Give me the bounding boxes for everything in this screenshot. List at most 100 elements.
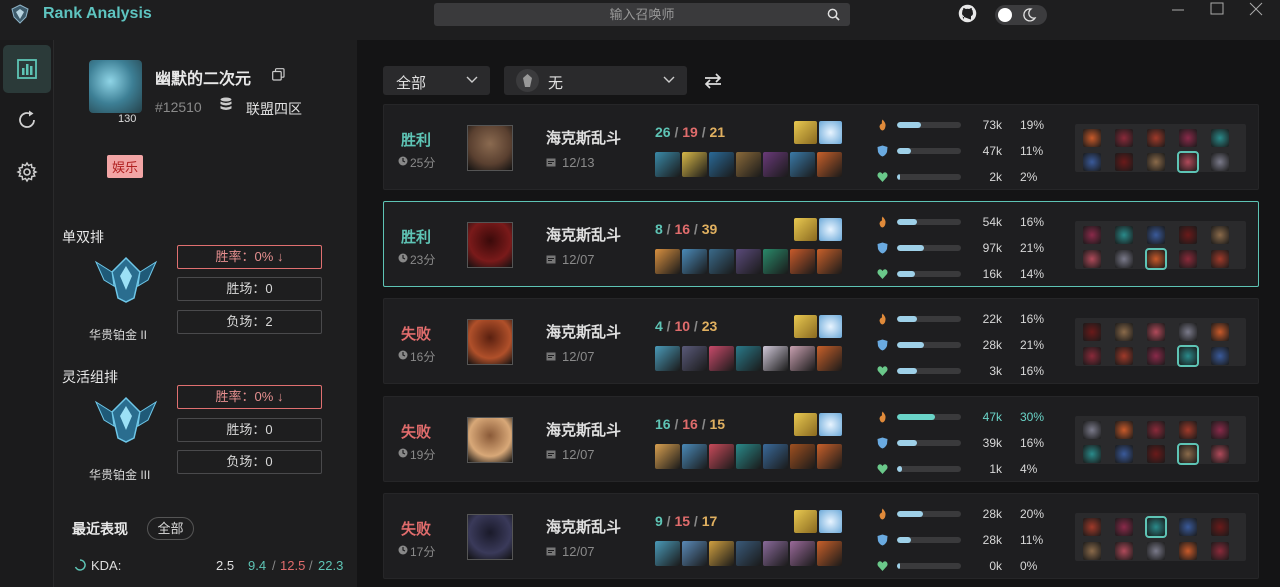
nav-item-settings[interactable] <box>3 148 51 196</box>
player-champion-icon[interactable] <box>1211 445 1229 463</box>
player-champion-icon[interactable] <box>1083 153 1101 171</box>
player-champion-icon[interactable] <box>1211 153 1229 171</box>
player-champion-icon[interactable] <box>1083 518 1101 536</box>
player-champion-icon[interactable] <box>1083 445 1101 463</box>
player-champion-icon[interactable] <box>1083 347 1101 365</box>
nav-item-stats[interactable] <box>3 45 51 93</box>
nav-item-refresh[interactable] <box>3 96 51 144</box>
calendar-icon <box>546 158 556 167</box>
heart-icon <box>877 269 888 279</box>
player-champion-icon[interactable] <box>1211 129 1229 147</box>
stat-value: 97k <box>982 241 1002 255</box>
player-champion-icon[interactable] <box>1115 421 1133 439</box>
player-champion-icon[interactable] <box>1147 542 1165 560</box>
match-card[interactable]: 失败 16分 海克斯乱斗 12/07 4 / 10 / 23 22k 16% 2… <box>383 298 1259 384</box>
github-icon[interactable] <box>957 3 978 24</box>
player-champion-icon[interactable] <box>1147 129 1165 147</box>
player-champion-icon[interactable] <box>1211 421 1229 439</box>
player-champion-icon[interactable] <box>1211 323 1229 341</box>
game-mode: 海克斯乱斗 <box>546 324 622 341</box>
stat-value: 0k <box>989 559 1002 573</box>
close-button[interactable] <box>1238 0 1274 26</box>
player-champion-icon[interactable] <box>1147 323 1165 341</box>
kda-kills: 9.4 <box>248 558 267 573</box>
game-mode: 海克斯乱斗 <box>546 130 622 147</box>
match-card[interactable]: 失败 19分 海克斯乱斗 12/07 16 / 16 / 15 47k 30% … <box>383 396 1259 482</box>
kda-assists: 22.3 <box>318 558 344 573</box>
player-champion-icon[interactable] <box>1115 250 1133 268</box>
player-champion-icon[interactable] <box>1211 226 1229 244</box>
champion-portrait[interactable] <box>467 125 513 171</box>
player-champion-icon[interactable] <box>1115 129 1133 147</box>
player-champion-icon[interactable] <box>1147 421 1165 439</box>
player-champion-icon[interactable] <box>1115 542 1133 560</box>
player-champion-icon[interactable] <box>1083 129 1101 147</box>
player-champion-icon[interactable] <box>1179 226 1197 244</box>
player-champion-icon[interactable] <box>1179 323 1197 341</box>
item-icon <box>736 444 761 469</box>
player-champion-icon[interactable] <box>1179 250 1197 268</box>
match-kda: 4 / 10 / 23 <box>655 318 718 334</box>
search-input[interactable] <box>434 3 850 26</box>
losses-solo: 负场：2 <box>177 310 322 334</box>
swap-icon[interactable] <box>702 71 724 91</box>
stat-value: 3k <box>989 364 1002 378</box>
player-champion-icon[interactable] <box>1147 226 1165 244</box>
calendar-icon <box>546 255 556 264</box>
player-champion-icon[interactable] <box>1211 518 1229 536</box>
item-icon <box>817 249 842 274</box>
item-icon <box>763 541 788 566</box>
player-champion-icon[interactable] <box>1115 445 1133 463</box>
player-champion-icon[interactable] <box>1147 347 1165 365</box>
match-card[interactable]: 失败 17分 海克斯乱斗 12/07 9 / 15 / 17 28k 20% 2… <box>383 493 1259 579</box>
player-champion-icon[interactable] <box>1115 226 1133 244</box>
avatar <box>89 60 142 113</box>
player-champion-icon[interactable] <box>1115 347 1133 365</box>
stat-bar-fill <box>897 466 903 472</box>
player-champion-icon[interactable] <box>1083 421 1101 439</box>
player-champion-icon-self[interactable] <box>1177 151 1199 173</box>
player-champion-icon[interactable] <box>1179 542 1197 560</box>
player-champion-icon[interactable] <box>1147 445 1165 463</box>
match-card[interactable]: 胜利 25分 海克斯乱斗 12/13 26 / 19 / 21 73k 19% … <box>383 104 1259 190</box>
player-champion-icon[interactable] <box>1179 518 1197 536</box>
player-champion-icon[interactable] <box>1179 421 1197 439</box>
player-champion-icon[interactable] <box>1211 347 1229 365</box>
player-champion-icon[interactable] <box>1179 129 1197 147</box>
item-icon <box>682 541 707 566</box>
item-icon <box>655 541 680 566</box>
champion-portrait[interactable] <box>467 222 513 268</box>
player-champion-icon[interactable] <box>1211 542 1229 560</box>
player-champion-icon-self[interactable] <box>1177 345 1199 367</box>
player-champion-icon[interactable] <box>1115 518 1133 536</box>
champion-filter-select[interactable]: 无 <box>504 66 687 95</box>
player-champion-icon[interactable] <box>1115 153 1133 171</box>
player-champion-icon[interactable] <box>1083 323 1101 341</box>
player-champion-icon[interactable] <box>1083 542 1101 560</box>
search-icon[interactable] <box>827 8 840 21</box>
player-champion-icon-self[interactable] <box>1177 443 1199 465</box>
champion-portrait[interactable] <box>467 417 513 463</box>
champion-portrait[interactable] <box>467 319 513 365</box>
player-champion-icon-self[interactable] <box>1145 248 1167 270</box>
player-champion-icon[interactable] <box>1083 226 1101 244</box>
stat-percent: 19% <box>1020 118 1045 132</box>
theme-toggle[interactable] <box>995 5 1047 25</box>
winrate-flex: 胜率：0% ↓ <box>177 385 322 409</box>
match-card[interactable]: 胜利 23分 海克斯乱斗 12/07 8 / 16 / 39 54k 16% 9… <box>383 201 1259 287</box>
item-icon <box>736 346 761 371</box>
player-champion-icon-self[interactable] <box>1145 516 1167 538</box>
minimize-button[interactable] <box>1160 0 1196 26</box>
copy-icon[interactable] <box>272 68 285 81</box>
maximize-button[interactable] <box>1199 0 1235 26</box>
player-champion-icon[interactable] <box>1147 153 1165 171</box>
champion-portrait[interactable] <box>467 514 513 560</box>
player-champion-icon[interactable] <box>1115 323 1133 341</box>
wins-flex: 胜场：0 <box>177 418 322 442</box>
mode-filter-select[interactable]: 全部 <box>383 66 490 95</box>
stat-percent: 16% <box>1020 364 1045 378</box>
player-champion-icon[interactable] <box>1211 250 1229 268</box>
summoner-search[interactable] <box>434 3 850 26</box>
recent-filter-button[interactable]: 全部 <box>147 517 194 540</box>
player-champion-icon[interactable] <box>1083 250 1101 268</box>
